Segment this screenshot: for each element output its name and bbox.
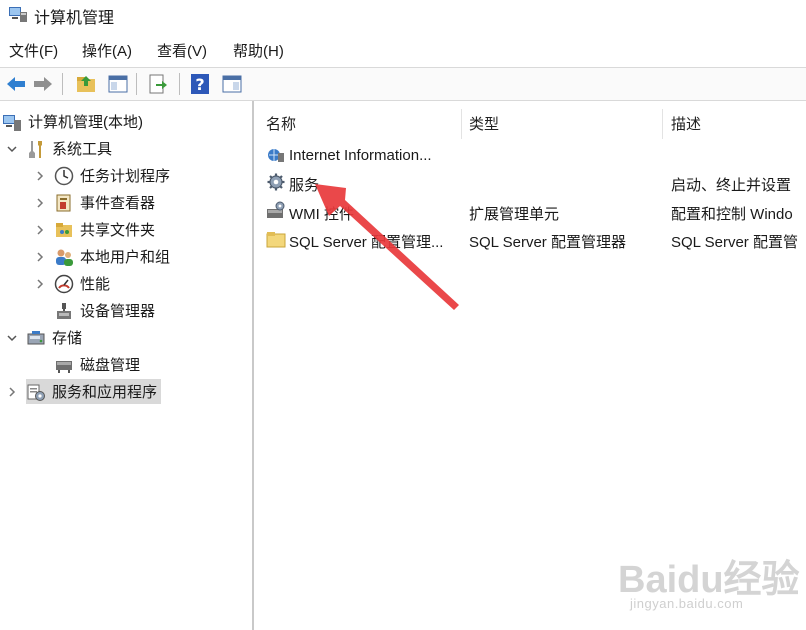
list-cell-description: 启动、终止并设置 [671, 177, 792, 194]
column-header-type[interactable]: 类型 [469, 113, 499, 134]
performance-icon [54, 274, 74, 293]
tree-item-label: 性能 [80, 276, 111, 293]
watermark: Baidu经验 jingyan.baidu.com [600, 540, 800, 620]
clock-icon [54, 166, 74, 185]
export-list-icon[interactable] [146, 72, 170, 96]
tree-item-shared-folders[interactable]: 共享文件夹 [32, 217, 155, 242]
tree-item-performance[interactable]: 性能 [32, 271, 110, 296]
tree-item-system-tools[interactable]: 系统工具 [4, 136, 112, 161]
tree-item-label: 设备管理器 [80, 303, 156, 320]
shared-folder-icon [56, 222, 72, 237]
tree-item-label: 共享文件夹 [80, 222, 156, 239]
chevron-down-icon[interactable] [4, 141, 20, 157]
menu-help[interactable]: 帮助(H) [233, 40, 284, 61]
list-cell-name: Internet Information... [289, 147, 432, 164]
services-apps-icon [27, 384, 45, 401]
console-tree: 计算机管理(本地) 系统工具 任务计划程序 事件查看器 共享文件夹 本地用户和组… [0, 101, 254, 630]
iis-icon [268, 149, 284, 162]
action-pane-icon[interactable] [220, 72, 244, 96]
disk-icon [56, 360, 72, 373]
tree-item-computer-management[interactable]: 计算机管理(本地) [2, 109, 143, 134]
device-manager-icon [57, 302, 71, 319]
tools-icon [29, 140, 42, 158]
back-icon[interactable] [4, 72, 28, 96]
list-cell-type: SQL Server 配置管理器 [469, 234, 626, 251]
chevron-right-icon[interactable] [32, 276, 48, 292]
chevron-right-icon[interactable] [4, 384, 20, 400]
column-divider[interactable] [461, 109, 462, 139]
chevron-right-icon[interactable] [32, 249, 48, 265]
tree-item-label: 任务计划程序 [80, 168, 171, 185]
toolbar-separator [136, 73, 137, 95]
show-hide-tree-icon[interactable] [106, 72, 130, 96]
up-folder-icon[interactable] [74, 72, 98, 96]
chevron-right-icon[interactable] [32, 195, 48, 211]
services-gear-icon [267, 173, 285, 191]
computer-management-icon [3, 114, 21, 131]
storage-icon [27, 330, 45, 344]
menu-file[interactable]: 文件(F) [9, 40, 58, 61]
sql-folder-icon [266, 232, 286, 248]
forward-icon[interactable] [31, 72, 55, 96]
column-divider[interactable] [662, 109, 663, 139]
tree-selection-highlight: 服务和应用程序 [26, 379, 162, 404]
toolbar-separator [179, 73, 180, 95]
menu-view[interactable]: 查看(V) [157, 40, 207, 61]
chevron-down-icon[interactable] [4, 330, 20, 346]
title-bar: 计算机管理 [0, 0, 806, 30]
list-cell-type: 扩展管理单元 [469, 206, 560, 223]
chevron-right-icon[interactable] [32, 168, 48, 184]
list-cell-name: SQL Server 配置管理... [289, 234, 444, 251]
tree-item-label: 磁盘管理 [80, 357, 141, 374]
watermark-url: jingyan.baidu.com [630, 596, 744, 611]
svg-text:?: ? [195, 75, 204, 94]
tree-item-local-users-groups[interactable]: 本地用户和组 [32, 244, 170, 269]
event-viewer-icon [56, 194, 71, 211]
list-cell-name: 服务 [289, 177, 320, 194]
computer-management-icon [9, 7, 27, 22]
tree-item-task-scheduler[interactable]: 任务计划程序 [32, 163, 170, 188]
tree-item-device-manager[interactable]: 设备管理器 [54, 298, 155, 323]
tree-item-services-applications[interactable]: 服务和应用程序 [4, 379, 162, 404]
menu-action[interactable]: 操作(A) [82, 40, 132, 61]
toolbar: ? [0, 67, 806, 101]
list-cell-name: WMI 控件 [289, 206, 354, 223]
column-header-name[interactable]: 名称 [266, 113, 296, 134]
tree-item-label: 服务和应用程序 [52, 384, 158, 401]
help-icon[interactable]: ? [188, 72, 212, 96]
tree-item-disk-management[interactable]: 磁盘管理 [54, 352, 140, 377]
list-cell-description: 配置和控制 Windo [671, 206, 793, 223]
wmi-icon [267, 201, 285, 218]
toolbar-separator [62, 73, 63, 95]
tree-item-label: 本地用户和组 [80, 249, 171, 266]
tree-item-label: 系统工具 [52, 141, 113, 158]
list-cell-description: SQL Server 配置管 [671, 234, 798, 251]
watermark-logo: Baidu经验 [618, 559, 800, 601]
menu-bar: 文件(F) 操作(A) 查看(V) 帮助(H) [0, 36, 806, 64]
users-icon [56, 249, 73, 266]
tree-item-label: 存储 [52, 330, 83, 347]
chevron-right-icon[interactable] [32, 222, 48, 238]
tree-item-label: 事件查看器 [80, 195, 156, 212]
tree-item-label: 计算机管理(本地) [28, 114, 143, 131]
column-header-description[interactable]: 描述 [671, 113, 701, 134]
tree-item-storage[interactable]: 存储 [4, 325, 82, 350]
window-title: 计算机管理 [34, 10, 115, 27]
tree-item-event-viewer[interactable]: 事件查看器 [32, 190, 155, 215]
